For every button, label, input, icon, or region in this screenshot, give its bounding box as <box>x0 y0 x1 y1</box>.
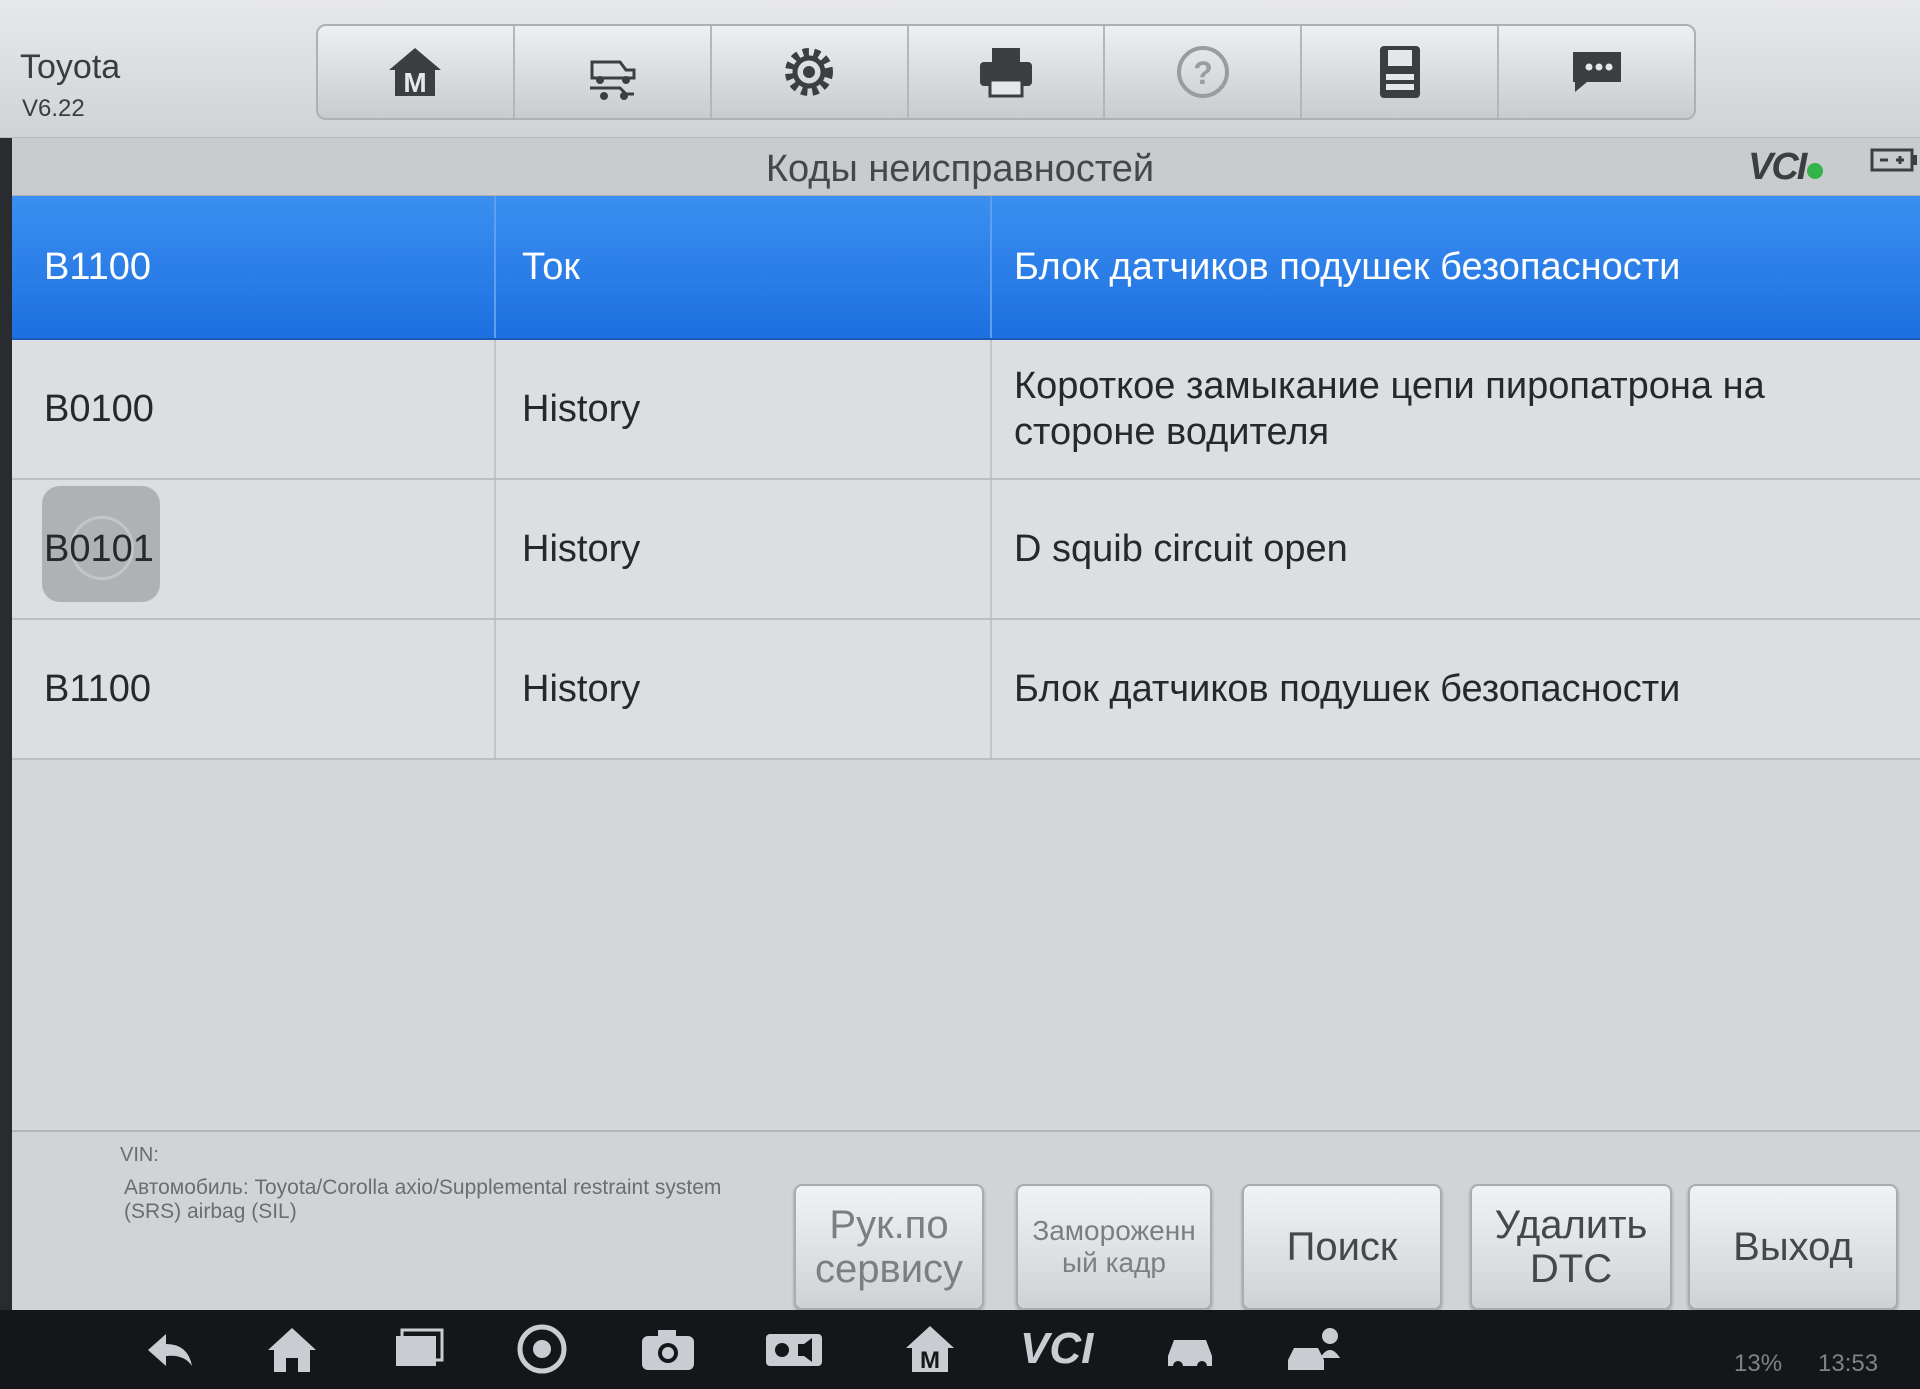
vehicle-nav-button[interactable] <box>1160 1322 1220 1376</box>
diagnostic-screen: Toyota V6.22 M ? Коды неисправностей VCI… <box>0 0 1920 1389</box>
vci-nav-button[interactable]: VCI <box>1020 1324 1093 1374</box>
help-button[interactable]: ? <box>1105 26 1303 118</box>
dtc-description: Блок датчиков подушек безопасности <box>1014 668 1681 710</box>
home-m-icon: M <box>906 1326 954 1374</box>
footer-bar: VIN: Автомобиль: Toyota/Corolla axio/Sup… <box>0 1130 1920 1310</box>
toolbar: M ? <box>316 24 1696 120</box>
dtc-table: B1100 Ток Блок датчиков подушек безопасн… <box>12 196 1920 760</box>
browser-icon <box>517 1324 567 1374</box>
top-bar: Toyota V6.22 M ? <box>0 0 1920 138</box>
home-icon <box>268 1328 316 1372</box>
dtc-status: History <box>496 620 992 758</box>
car-icon <box>1168 1340 1212 1371</box>
system-nav-bar: M VCI 13% 13:53 <box>0 1310 1920 1389</box>
vehicle-info: Автомобиль: Toyota/Corolla axio/Suppleme… <box>124 1176 722 1223</box>
delete-dtc-button[interactable]: Удалить DTC <box>1470 1184 1672 1310</box>
recent-apps-nav-button[interactable] <box>388 1322 448 1376</box>
dtc-code: B0100 <box>12 340 496 478</box>
home-m-icon: M <box>389 48 442 98</box>
dtc-row[interactable]: B1100 History Блок датчиков подушек безо… <box>12 620 1920 760</box>
vci-label: VCI <box>1748 146 1807 188</box>
dtc-row[interactable]: B0101 History D squib circuit open <box>12 480 1920 620</box>
service-manual-button[interactable]: Рук.по сервису <box>794 1184 984 1310</box>
battery-icon <box>1870 148 1917 172</box>
home-nav-button[interactable] <box>262 1322 322 1376</box>
dtc-row[interactable]: B1100 Ток Блок датчиков подушек безопасн… <box>12 196 1920 340</box>
app-version: V6.22 <box>22 95 85 122</box>
save-disk-icon <box>1379 46 1420 98</box>
dtc-row[interactable]: B0100 History Короткое замыкание цепи пи… <box>12 340 1920 480</box>
exit-button[interactable]: Выход <box>1688 1184 1898 1310</box>
svg-text:M: M <box>404 67 427 98</box>
screen-bezel <box>0 138 12 1310</box>
camera-icon <box>642 1330 694 1370</box>
camera-nav-button[interactable] <box>638 1322 698 1376</box>
settings-gear-icon <box>785 48 834 96</box>
dtc-status: History <box>496 340 992 478</box>
help-icon: ? <box>1176 46 1229 98</box>
remote-expert-nav-button[interactable] <box>1284 1322 1344 1376</box>
dtc-description: Короткое замыкание цепи пиропатрона на с… <box>1014 365 1765 453</box>
home-button[interactable]: M <box>318 26 515 118</box>
brightness-volume-nav-button[interactable] <box>764 1322 824 1376</box>
vehicle-swap-button[interactable] <box>515 26 712 118</box>
title-strip: Коды неисправностей VCI <box>0 138 1920 196</box>
dtc-status: History <box>496 480 992 618</box>
printer-icon <box>980 48 1032 98</box>
browser-nav-button[interactable] <box>512 1322 572 1376</box>
app-title: Toyota <box>20 48 121 86</box>
save-button[interactable] <box>1302 26 1500 118</box>
vci-status-indicator: VCI <box>1748 146 1824 189</box>
vehicle-swap-icon <box>590 60 636 100</box>
vci-connected-icon <box>1807 163 1824 179</box>
back-nav-button[interactable] <box>140 1322 200 1376</box>
settings-button[interactable] <box>712 26 909 118</box>
dtc-status: Ток <box>496 196 992 338</box>
dtc-code: B1100 <box>12 620 496 758</box>
recent-apps-icon <box>396 1328 444 1366</box>
dtc-code: B0101 <box>12 480 496 618</box>
search-button[interactable]: Поиск <box>1242 1184 1442 1310</box>
dtc-description: Блок датчиков подушек безопасности <box>1014 246 1681 288</box>
message-icon <box>1572 52 1621 92</box>
clock: 13:53 <box>1818 1350 1879 1377</box>
car-person-icon <box>1288 1328 1340 1370</box>
battery-level: 13% <box>1734 1350 1783 1377</box>
message-button[interactable] <box>1499 26 1694 118</box>
freeze-frame-button[interactable]: Замороженн ый кадр <box>1016 1184 1212 1310</box>
back-arrow-icon <box>148 1334 192 1366</box>
print-button[interactable] <box>909 26 1106 118</box>
svg-text:M: M <box>920 1347 940 1374</box>
vin-label: VIN: <box>120 1144 159 1166</box>
page-title: Коды неисправностей <box>765 148 1155 190</box>
svg-text:?: ? <box>1193 55 1213 91</box>
dtc-code: B1100 <box>12 196 496 338</box>
maxisys-home-nav-button[interactable]: M <box>900 1322 960 1376</box>
dtc-description: D squib circuit open <box>1014 528 1348 570</box>
brightness-volume-icon <box>766 1334 822 1366</box>
